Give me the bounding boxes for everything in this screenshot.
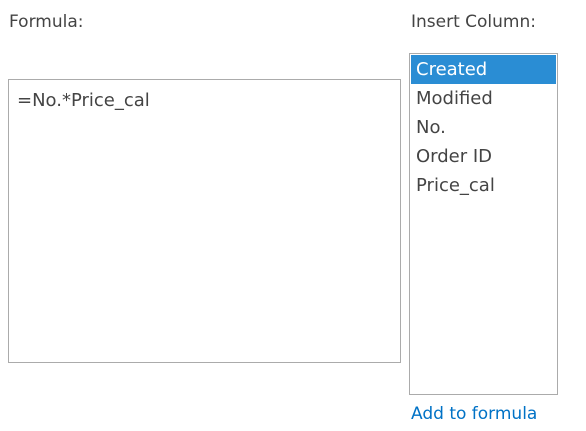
add-to-formula-link[interactable]: Add to formula [411, 403, 537, 425]
column-option-order-id[interactable]: Order ID [411, 142, 556, 171]
insert-column-label: Insert Column: [411, 12, 536, 32]
formula-label: Formula: [9, 12, 84, 32]
column-option-modified[interactable]: Modified [411, 84, 556, 113]
insert-column-listbox[interactable]: Created Modified No. Order ID Price_cal [409, 53, 558, 395]
column-option-no[interactable]: No. [411, 113, 556, 142]
formula-textarea[interactable]: =No.*Price_cal [8, 79, 401, 363]
column-option-created[interactable]: Created [411, 55, 556, 84]
column-option-price-cal[interactable]: Price_cal [411, 171, 556, 200]
